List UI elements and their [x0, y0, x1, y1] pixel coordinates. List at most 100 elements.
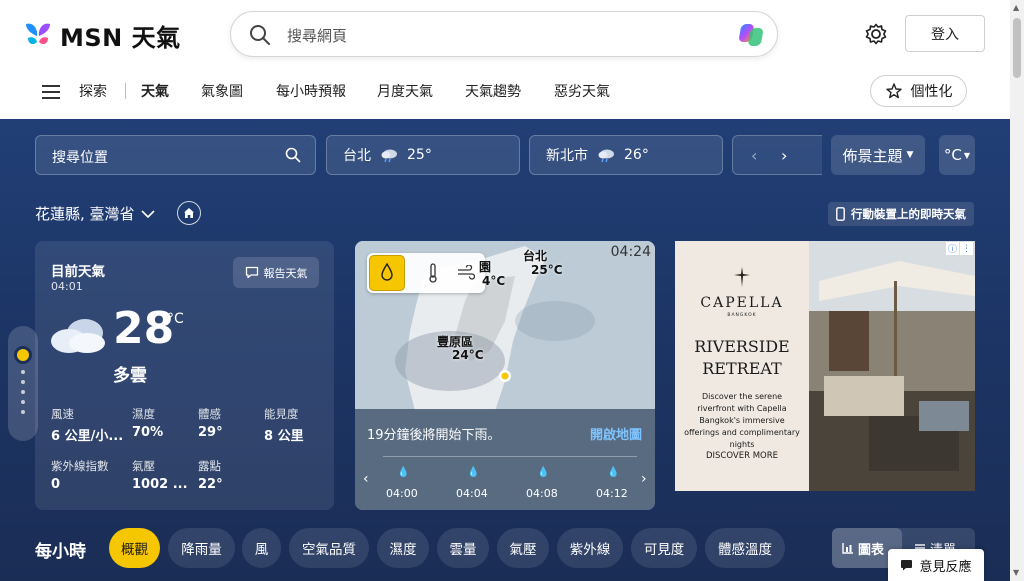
stat-visibility: 能見度 8 公里 [264, 406, 304, 444]
city-name: 新北市 [546, 148, 588, 164]
chevron-left-icon[interactable]: ‹ [363, 471, 369, 487]
advertisement-card[interactable]: CAPELLA BANGKOK RIVERSIDE RETREAT Discov… [675, 241, 975, 491]
current-temperature: 28 [113, 303, 175, 354]
nav-weather[interactable]: 天氣 [141, 81, 169, 101]
location-search-placeholder: 搜尋位置 [52, 150, 108, 166]
wind-icon[interactable] [457, 265, 475, 281]
chart-view-label: 圖表 [858, 542, 885, 558]
timeline-time: 04:00 [386, 487, 418, 500]
chevron-right-icon[interactable]: › [781, 146, 787, 165]
ad-text-panel: CAPELLA BANGKOK RIVERSIDE RETREAT Discov… [675, 241, 809, 491]
page-scrollbar[interactable]: ▲ ▼ [1010, 0, 1024, 581]
nav-bar: 探索 天氣 氣象圖 每小時預報 月度天氣 天氣趨勢 惡劣天氣 個性化 [0, 68, 1010, 119]
stat-label: 氣壓 [132, 459, 155, 473]
location-search-input[interactable]: 搜尋位置 [35, 135, 316, 175]
tab-wind[interactable]: 風 [242, 528, 281, 568]
precipitation-layer-button[interactable] [369, 255, 405, 291]
tab-uv[interactable]: 紫外線 [557, 528, 623, 568]
current-condition: 多雲 [113, 366, 147, 386]
stat-label: 體感 [198, 407, 221, 421]
location-name: 花蓮縣, 臺灣省 [35, 205, 135, 223]
location-selector[interactable]: 花蓮縣, 臺灣省 [35, 203, 155, 224]
section-navigator[interactable] [8, 326, 38, 441]
city-temp: 25° [407, 147, 432, 163]
stat-dew-point: 露點 22° [198, 458, 223, 492]
nav-hourly-forecast[interactable]: 每小時預報 [276, 81, 346, 101]
copilot-icon[interactable] [739, 21, 767, 49]
tab-cloud-cover[interactable]: 雲量 [437, 528, 489, 568]
stat-value: 0 [51, 477, 61, 492]
ad-info-icon[interactable]: ⓘ [946, 242, 959, 255]
map-timestamp: 04:24 [610, 244, 651, 260]
thermometer-icon[interactable] [427, 263, 439, 283]
map-city-temp: 4°C [482, 274, 506, 288]
timeline-track[interactable] [383, 456, 637, 457]
scroll-up-arrow-icon[interactable]: ▲ [1013, 3, 1019, 12]
report-weather-label: 報告天氣 [263, 266, 308, 280]
timeline-time: 04:12 [596, 487, 628, 500]
msn-weather-logo[interactable]: MSN 天氣 [22, 18, 181, 53]
open-map-link[interactable]: 開啟地圖 [590, 424, 642, 443]
city-chip-new-taipei[interactable]: 新北市 26° [529, 135, 723, 175]
theme-dropdown-button[interactable]: 佈景主題 ▼ [831, 135, 925, 175]
ad-sub-brand: BANGKOK [727, 313, 757, 318]
report-weather-button[interactable]: 報告天氣 [233, 257, 319, 288]
tab-overview[interactable]: 概觀 [109, 528, 160, 568]
nav-dot[interactable] [21, 390, 25, 394]
ad-cta-button[interactable]: DISCOVER MORE [675, 451, 809, 461]
rain-drop-icon: 💧 [397, 467, 410, 478]
current-weather-title: 目前天氣 [51, 264, 105, 280]
nav-dot[interactable] [21, 400, 25, 404]
nav-monthly-weather[interactable]: 月度天氣 [377, 81, 433, 101]
scroll-down-arrow-icon[interactable]: ▼ [1013, 568, 1019, 577]
sun-indicator-icon[interactable] [14, 346, 32, 364]
theme-label: 佈景主題 [842, 146, 903, 165]
web-search-box[interactable]: 搜尋網頁 [230, 11, 778, 57]
personalize-button[interactable]: 個性化 [870, 75, 967, 107]
menu-hamburger-icon[interactable] [42, 85, 60, 103]
tab-feels-like[interactable]: 體感溫度 [705, 528, 785, 568]
nav-dot[interactable] [21, 370, 25, 374]
city-chip-taipei[interactable]: 台北 25° [326, 135, 520, 175]
tab-pressure[interactable]: 氣壓 [497, 528, 549, 568]
nav-explore[interactable]: 探索 [79, 81, 107, 101]
feedback-button[interactable]: 意見反應 [888, 549, 984, 581]
stat-value: 6 公里/小... [51, 429, 124, 444]
nav-weather-map[interactable]: 氣象圖 [201, 81, 243, 101]
radar-map-card[interactable]: 園 4°C 台北 25°C 豐原區 24°C 04:24 19分鐘後將開始下雨。… [355, 241, 655, 510]
mobile-weather-button[interactable]: 行動裝置上的即時天氣 [828, 202, 974, 226]
phone-icon [836, 207, 845, 221]
temperature-unit-button[interactable]: °C ▼ [939, 135, 975, 175]
login-button[interactable]: 登入 [905, 15, 985, 52]
rain-forecast-message: 19分鐘後將開始下雨。 [367, 428, 501, 443]
stat-value: 29° [198, 425, 223, 440]
map-layer-selector[interactable] [367, 253, 485, 293]
tab-visibility[interactable]: 可見度 [631, 528, 697, 568]
chevron-left-icon[interactable]: ‹ [751, 146, 757, 165]
home-icon [184, 208, 194, 218]
tab-precipitation[interactable]: 降雨量 [168, 528, 235, 568]
chevron-right-icon[interactable]: › [641, 471, 647, 487]
stat-uv-index: 紫外線指數 0 [51, 458, 109, 492]
nav-dot[interactable] [21, 380, 25, 384]
nav-dot[interactable] [21, 410, 25, 414]
nav-weather-trends[interactable]: 天氣趨勢 [465, 81, 521, 101]
set-home-button[interactable] [177, 201, 201, 225]
settings-gear-icon[interactable] [865, 23, 887, 45]
tab-air-quality[interactable]: 空氣品質 [289, 528, 369, 568]
search-icon [250, 25, 270, 45]
scrollbar-thumb[interactable] [1013, 18, 1021, 78]
search-input[interactable]: 搜尋網頁 [287, 25, 347, 46]
tab-humidity[interactable]: 濕度 [377, 528, 429, 568]
nav-severe-weather[interactable]: 惡劣天氣 [554, 81, 610, 101]
feedback-label: 意見反應 [919, 559, 972, 575]
ad-info-badges[interactable]: ⓘ ⋮ [946, 242, 973, 255]
ad-more-icon[interactable]: ⋮ [960, 242, 973, 255]
weather-main-section: 搜尋位置 台北 25° 新北市 26° ‹ › 佈景主題 ▼ °C ▼ 花蓮縣,… [0, 119, 1010, 581]
mobile-weather-label: 行動裝置上的即時天氣 [851, 207, 966, 221]
rain-drop-icon: 💧 [607, 467, 620, 478]
feedback-icon [901, 560, 913, 571]
hourly-section-title: 每小時 [35, 542, 86, 562]
ad-body: Discover the serene riverfront with Cape… [684, 392, 800, 449]
stat-value: 70% [132, 425, 164, 440]
